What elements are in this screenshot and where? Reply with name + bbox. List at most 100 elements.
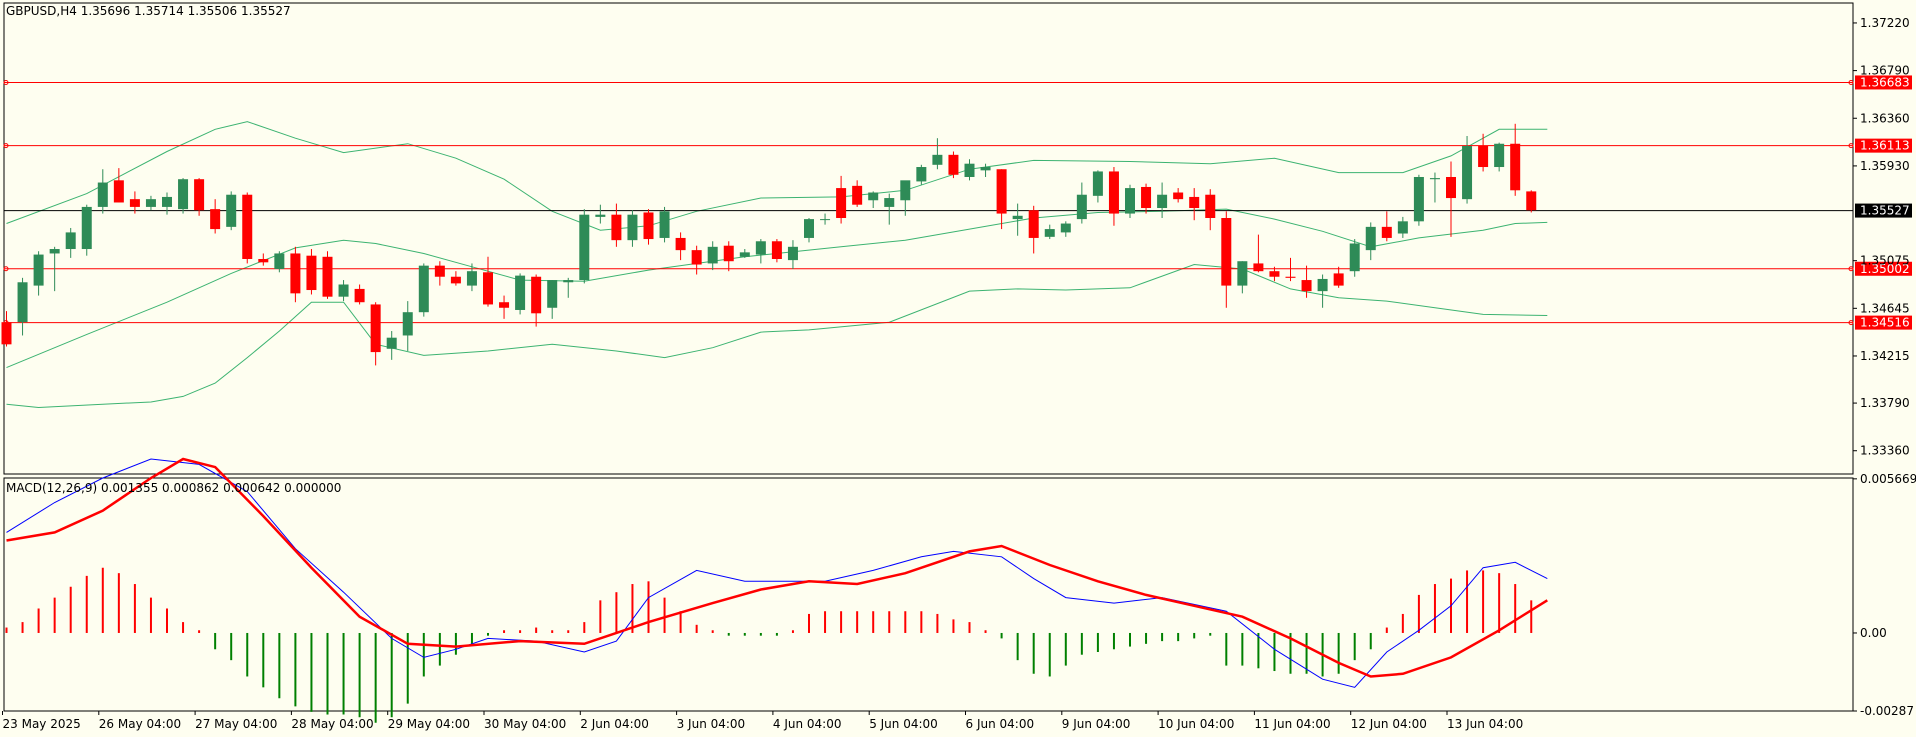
candle-body bbox=[659, 211, 670, 238]
candle-body bbox=[1429, 178, 1440, 180]
candle-body bbox=[450, 276, 461, 284]
candle-body bbox=[242, 194, 253, 260]
time-tick-label: 9 Jun 04:00 bbox=[1062, 717, 1131, 731]
candle-body bbox=[1526, 191, 1537, 211]
candle-body bbox=[129, 199, 140, 207]
time-tick-label: 6 Jun 04:00 bbox=[966, 717, 1035, 731]
candle-body bbox=[1012, 215, 1023, 220]
price-tick-label: 1.36790 bbox=[1860, 64, 1910, 78]
candle-body bbox=[1397, 221, 1408, 234]
candle-body bbox=[980, 167, 991, 171]
candle-body bbox=[868, 192, 879, 201]
candle-body bbox=[1494, 143, 1505, 168]
candle-body bbox=[370, 304, 381, 353]
macd-tick-label: 0.005669 bbox=[1860, 472, 1916, 486]
candle-body bbox=[274, 253, 285, 269]
candle-body bbox=[515, 275, 526, 310]
candle bbox=[178, 178, 189, 214]
candle-body bbox=[1237, 261, 1248, 286]
candle-body bbox=[723, 245, 734, 262]
candle bbox=[1413, 174, 1424, 226]
price-tick-label: 1.36360 bbox=[1860, 111, 1910, 125]
candle-body bbox=[258, 259, 269, 263]
current-price-label: 1.35527 bbox=[1860, 204, 1910, 218]
candle-body bbox=[1446, 176, 1456, 199]
candle bbox=[515, 273, 526, 315]
candle-body bbox=[1301, 280, 1312, 292]
candle-body bbox=[1349, 243, 1360, 272]
time-tick-label: 4 Jun 04:00 bbox=[773, 717, 842, 731]
candle-body bbox=[162, 196, 172, 207]
candle-body bbox=[884, 198, 895, 207]
candle-body bbox=[1413, 176, 1424, 222]
candle-body bbox=[226, 194, 237, 227]
symbol-header: GBPUSD,H4 1.35696 1.35714 1.35506 1.3552… bbox=[6, 4, 291, 18]
candle bbox=[418, 263, 429, 317]
candle bbox=[81, 204, 92, 256]
chart-canvas: 1.366831.361131.350021.345161.35527 1.37… bbox=[0, 0, 1916, 737]
candle bbox=[1349, 239, 1360, 277]
candle-body bbox=[499, 302, 510, 308]
time-tick-label: 13 Jun 04:00 bbox=[1447, 717, 1523, 731]
time-tick-label: 29 May 04:00 bbox=[388, 717, 470, 731]
candle bbox=[579, 209, 590, 284]
candle-body bbox=[65, 232, 76, 250]
time-tick-label: 2 Jun 04:00 bbox=[580, 717, 649, 731]
candle-body bbox=[611, 214, 622, 241]
candle-body bbox=[434, 265, 445, 277]
candle bbox=[1526, 190, 1537, 213]
candle-body bbox=[1510, 143, 1521, 191]
candle-body bbox=[210, 209, 221, 230]
level-price-label: 1.36113 bbox=[1860, 139, 1910, 153]
candle-body bbox=[49, 249, 60, 254]
time-tick-label: 23 May 2025 bbox=[3, 717, 81, 731]
candle-body bbox=[1108, 171, 1119, 214]
candle-body bbox=[1365, 226, 1376, 251]
candle-body bbox=[1221, 217, 1232, 286]
candle bbox=[226, 191, 237, 231]
candle-body bbox=[675, 237, 686, 251]
candle bbox=[242, 192, 253, 264]
candle-body bbox=[1092, 171, 1103, 196]
candle-body bbox=[290, 253, 301, 294]
candle-body bbox=[81, 206, 92, 250]
candle-body bbox=[1333, 273, 1344, 286]
candle-body bbox=[643, 212, 654, 240]
candle-body bbox=[900, 180, 911, 201]
macd-tick-label: 0.00 bbox=[1860, 626, 1887, 640]
candle-body bbox=[1157, 194, 1168, 209]
candle-body bbox=[836, 188, 847, 218]
candle-body bbox=[932, 154, 943, 165]
time-tick-label: 28 May 04:00 bbox=[291, 717, 373, 731]
candle-body bbox=[1189, 196, 1200, 209]
candle-body bbox=[145, 199, 156, 207]
candle-body bbox=[627, 214, 638, 241]
time-tick-label: 12 Jun 04:00 bbox=[1351, 717, 1427, 731]
price-tick-label: 1.35075 bbox=[1860, 254, 1910, 268]
candle bbox=[322, 251, 333, 299]
candle-body bbox=[1285, 276, 1296, 278]
level-price-label: 1.34516 bbox=[1860, 316, 1910, 330]
candle-body bbox=[1, 322, 12, 345]
candle-body bbox=[1269, 271, 1280, 277]
time-tick-label: 11 Jun 04:00 bbox=[1254, 717, 1330, 731]
candle-body bbox=[996, 169, 1007, 214]
time-tick-label: 5 Jun 04:00 bbox=[869, 717, 938, 731]
candle-body bbox=[1028, 210, 1039, 238]
candle-body bbox=[194, 179, 205, 211]
macd-header: MACD(12,26,9) 0.001355 0.000862 0.000642… bbox=[6, 481, 341, 495]
price-tick-label: 1.33360 bbox=[1860, 444, 1910, 458]
candle-body bbox=[386, 337, 397, 349]
candle-body bbox=[739, 252, 750, 257]
candle bbox=[659, 206, 670, 243]
chart-background bbox=[0, 0, 1916, 737]
macd-tick-label: -0.00287 bbox=[1860, 704, 1914, 718]
candle bbox=[194, 178, 205, 216]
candle-body bbox=[113, 180, 124, 203]
candle-body bbox=[1462, 145, 1473, 200]
candle-body bbox=[483, 272, 493, 305]
candle-body bbox=[595, 214, 606, 217]
price-tick-label: 1.34645 bbox=[1860, 301, 1910, 315]
time-tick-label: 26 May 04:00 bbox=[99, 717, 181, 731]
candle-body bbox=[1253, 263, 1264, 272]
